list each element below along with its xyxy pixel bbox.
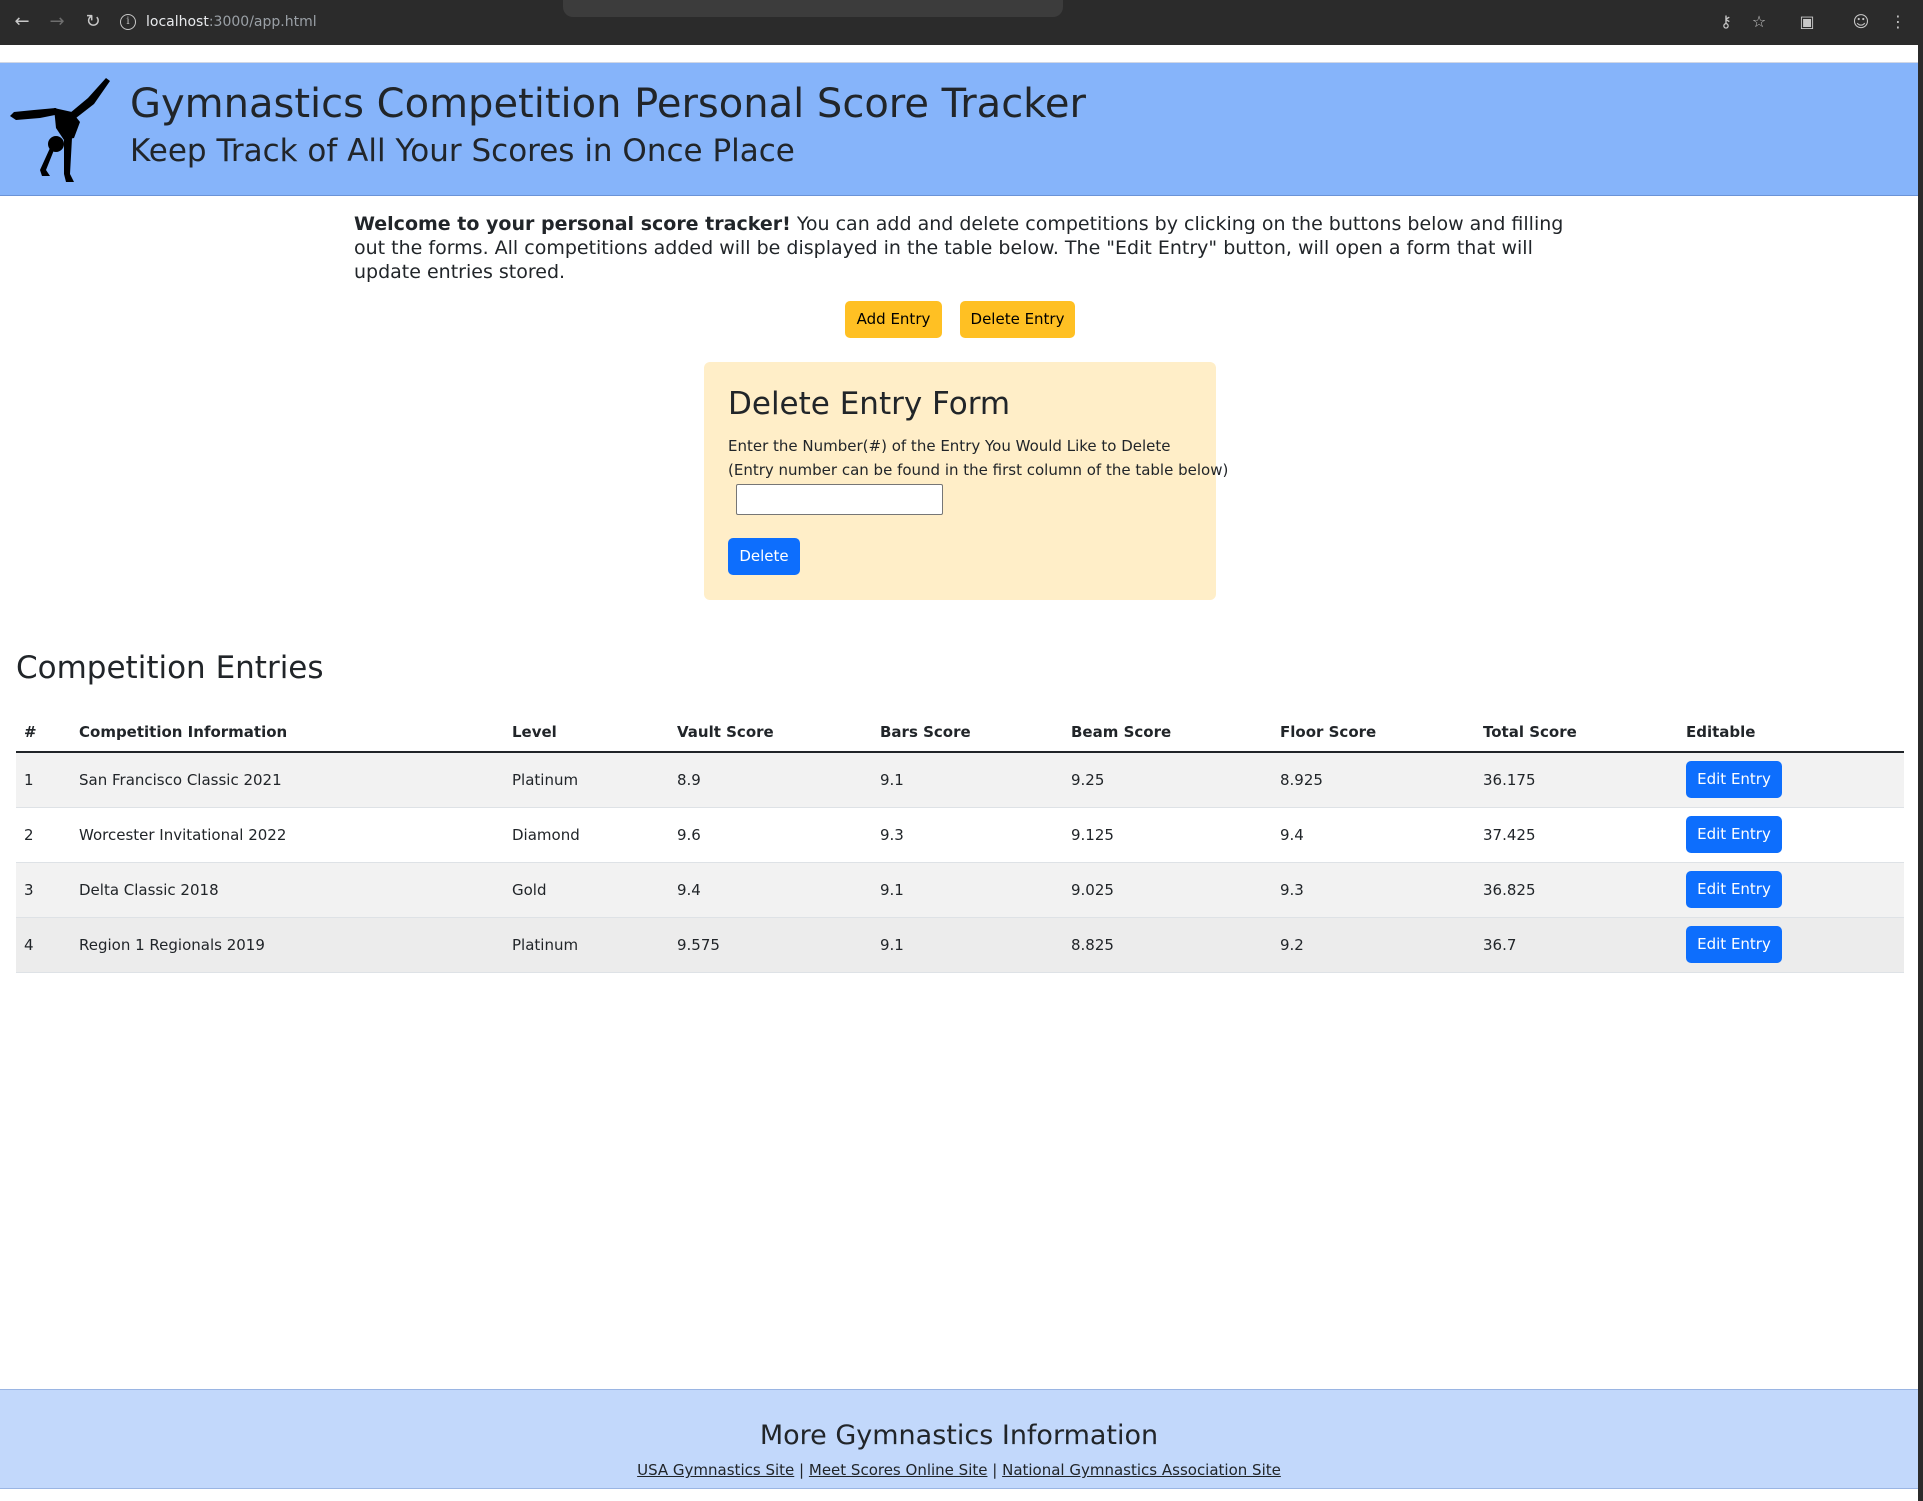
header-banner: Gymnastics Competition Personal Score Tr… bbox=[0, 63, 1918, 196]
forward-icon[interactable]: → bbox=[45, 10, 69, 34]
cell-vault: 8.9 bbox=[669, 752, 872, 808]
cell-beam: 9.025 bbox=[1063, 862, 1272, 918]
footer-link-meet-scores[interactable]: Meet Scores Online Site bbox=[809, 1461, 988, 1479]
cell-vault: 9.6 bbox=[669, 807, 872, 863]
col-header-floor: Floor Score bbox=[1272, 713, 1475, 753]
site-info-icon[interactable]: i bbox=[120, 14, 136, 30]
col-header-bars: Bars Score bbox=[872, 713, 1063, 753]
edit-entry-button[interactable]: Edit Entry bbox=[1686, 871, 1782, 908]
cell-floor: 8.925 bbox=[1272, 752, 1475, 808]
page-top-strip bbox=[0, 45, 1923, 63]
cell-total: 36.825 bbox=[1475, 862, 1678, 918]
footer-separator: | bbox=[992, 1461, 998, 1479]
delete-form-label-line1: Enter the Number(#) of the Entry You Wou… bbox=[728, 437, 1171, 455]
delete-form-label: Enter the Number(#) of the Entry You Wou… bbox=[728, 434, 1228, 482]
address-bar[interactable]: i localhost:3000/app.html bbox=[120, 9, 317, 35]
col-header-competition: Competition Information bbox=[71, 713, 504, 753]
reload-icon[interactable]: ↻ bbox=[81, 10, 105, 34]
url-path: :3000/app.html bbox=[208, 14, 317, 30]
cell-competition: San Francisco Classic 2021 bbox=[71, 752, 504, 808]
tab-strip bbox=[563, 0, 1063, 17]
intro-paragraph: Welcome to your personal score tracker! … bbox=[354, 212, 1594, 284]
edit-entry-button[interactable]: Edit Entry bbox=[1686, 761, 1782, 799]
password-key-icon[interactable]: ⚷ bbox=[1715, 11, 1737, 33]
cell-vault: 9.4 bbox=[669, 862, 872, 918]
cell-total: 36.175 bbox=[1475, 752, 1678, 808]
cell-level: Gold bbox=[504, 862, 669, 918]
table-header-row: # Competition Information Level Vault Sc… bbox=[16, 713, 1904, 753]
intro-bold: Welcome to your personal score tracker! bbox=[354, 213, 791, 235]
footer-title: More Gymnastics Information bbox=[759, 1420, 1159, 1451]
footer-link-usa-gymnastics[interactable]: USA Gymnastics Site bbox=[637, 1461, 794, 1479]
cell-beam: 8.825 bbox=[1063, 917, 1272, 973]
cell-editable: Edit Entry bbox=[1678, 862, 1904, 918]
footer-links: USA Gymnastics Site | Meet Scores Online… bbox=[0, 1461, 1918, 1479]
edit-entry-button[interactable]: Edit Entry bbox=[1686, 816, 1782, 853]
add-entry-button[interactable]: Add Entry bbox=[845, 301, 942, 338]
delete-entry-form: Delete Entry Form Enter the Number(#) of… bbox=[704, 362, 1228, 600]
cell-bars: 9.3 bbox=[872, 807, 1063, 863]
cell-competition: Region 1 Regionals 2019 bbox=[71, 917, 504, 973]
footer-separator: | bbox=[799, 1461, 805, 1479]
table-row: 1 San Francisco Classic 2021 Platinum 8.… bbox=[16, 752, 1904, 808]
cell-total: 37.425 bbox=[1475, 807, 1678, 863]
delete-entry-button[interactable]: Delete Entry bbox=[960, 301, 1075, 338]
footer-link-national-gymnastics[interactable]: National Gymnastics Association Site bbox=[1002, 1461, 1281, 1479]
cell-editable: Edit Entry bbox=[1678, 807, 1904, 863]
menu-kebab-icon[interactable]: ⋮ bbox=[1887, 11, 1909, 33]
table-row: 3 Delta Classic 2018 Gold 9.4 9.1 9.025 … bbox=[16, 862, 1904, 918]
delete-form-title: Delete Entry Form bbox=[728, 386, 1011, 422]
footer: More Gymnastics Information USA Gymnasti… bbox=[0, 1389, 1918, 1489]
back-icon[interactable]: ← bbox=[10, 10, 34, 34]
delete-submit-button[interactable]: Delete bbox=[728, 538, 800, 575]
cell-bars: 9.1 bbox=[872, 917, 1063, 973]
cell-level: Diamond bbox=[504, 807, 669, 863]
delete-form-label-line2: (Entry number can be found in the first … bbox=[728, 461, 1229, 479]
browser-toolbar: ← → ↻ i localhost:3000/app.html ⚷ ☆ ▣ ☺ … bbox=[0, 0, 1923, 45]
cell-beam: 9.125 bbox=[1063, 807, 1272, 863]
edit-entry-button[interactable]: Edit Entry bbox=[1686, 926, 1782, 963]
col-header-vault: Vault Score bbox=[669, 713, 872, 753]
profile-icon[interactable]: ☺ bbox=[1850, 11, 1872, 33]
cell-total: 36.7 bbox=[1475, 917, 1678, 973]
cell-level: Platinum bbox=[504, 917, 669, 973]
cell-number: 3 bbox=[16, 862, 71, 918]
entries-table: # Competition Information Level Vault Sc… bbox=[16, 713, 1904, 973]
gymnast-handstand-icon bbox=[10, 78, 110, 182]
cell-floor: 9.4 bbox=[1272, 807, 1475, 863]
col-header-level: Level bbox=[504, 713, 669, 753]
cell-number: 1 bbox=[16, 752, 71, 808]
cell-level: Platinum bbox=[504, 752, 669, 808]
url-host: localhost bbox=[146, 14, 209, 30]
cell-floor: 9.2 bbox=[1272, 917, 1475, 973]
col-header-editable: Editable bbox=[1678, 713, 1904, 753]
cell-beam: 9.25 bbox=[1063, 752, 1272, 808]
cell-competition: Worcester Invitational 2022 bbox=[71, 807, 504, 863]
cell-number: 2 bbox=[16, 807, 71, 863]
table-row: 4 Region 1 Regionals 2019 Platinum 9.575… bbox=[16, 917, 1904, 973]
cell-editable: Edit Entry bbox=[1678, 917, 1904, 973]
col-header-total: Total Score bbox=[1475, 713, 1678, 753]
entries-title: Competition Entries bbox=[16, 650, 324, 686]
tab-search-icon[interactable]: ▣ bbox=[1796, 11, 1818, 33]
col-header-number: # bbox=[16, 713, 71, 753]
cell-editable: Edit Entry bbox=[1678, 752, 1904, 808]
cell-bars: 9.1 bbox=[872, 752, 1063, 808]
table-row: 2 Worcester Invitational 2022 Diamond 9.… bbox=[16, 807, 1904, 863]
bookmark-star-icon[interactable]: ☆ bbox=[1748, 11, 1770, 33]
window-edge bbox=[1918, 45, 1923, 1501]
cell-vault: 9.575 bbox=[669, 917, 872, 973]
page-subtitle: Keep Track of All Your Scores in Once Pl… bbox=[130, 133, 795, 169]
cell-competition: Delta Classic 2018 bbox=[71, 862, 504, 918]
cell-floor: 9.3 bbox=[1272, 862, 1475, 918]
cell-number: 4 bbox=[16, 917, 71, 973]
entry-number-input[interactable] bbox=[736, 484, 943, 515]
col-header-beam: Beam Score bbox=[1063, 713, 1272, 753]
cell-bars: 9.1 bbox=[872, 862, 1063, 918]
page-title: Gymnastics Competition Personal Score Tr… bbox=[130, 81, 1086, 127]
